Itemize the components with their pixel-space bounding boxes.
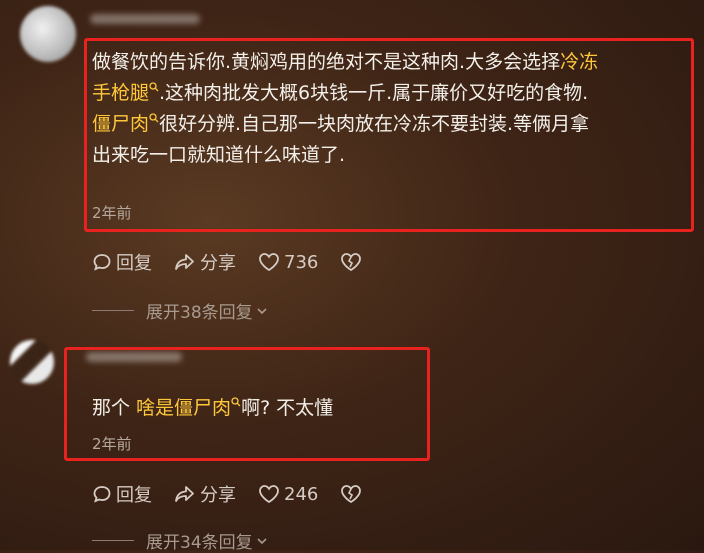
dislike-broken-heart-icon <box>341 253 362 272</box>
comment-text: 那个 啥是僵尸肉 啊? 不太懂 <box>92 393 333 424</box>
like-heart-icon <box>259 485 279 504</box>
like-count: 736 <box>284 251 319 273</box>
expand-replies-button[interactable]: 展开34条回复 <box>92 528 269 553</box>
like-button[interactable]: 246 <box>258 484 318 505</box>
expand-label: 展开38条回复 <box>146 303 253 323</box>
comment-line: 僵尸肉 很好分辨.自己那一块肉放在冷冻不要封装.等俩月拿 <box>92 109 598 140</box>
comment-text-segment: 出来吃一口就知道什么味道了. <box>92 144 346 166</box>
dislike-button[interactable] <box>340 252 366 272</box>
dislike-button[interactable] <box>340 484 366 504</box>
reply-label: 回复 <box>116 485 152 506</box>
search-keyword-icon[interactable] <box>149 113 159 135</box>
comment-text-segment: 做餐饮的告诉你.黄焖鸡用的绝对不是这种肉.大多会选择 <box>92 51 561 73</box>
share-button[interactable]: 分享 <box>174 481 236 507</box>
expand-replies-button[interactable]: 展开38条回复 <box>92 298 269 323</box>
comment-actions: 回复 分享 246 <box>92 481 388 507</box>
comment-text: 做餐饮的告诉你.黄焖鸡用的绝对不是这种肉.大多会选择冷冻手枪腿 .这种肉批发大概6… <box>92 47 598 171</box>
divider <box>92 540 134 541</box>
avatar[interactable] <box>20 6 76 62</box>
search-keyword-icon[interactable] <box>149 82 159 104</box>
search-keyword-icon[interactable] <box>231 397 241 419</box>
keyword-link[interactable]: 手枪腿 <box>92 82 149 104</box>
share-label: 分享 <box>200 253 236 274</box>
keyword-link[interactable]: 僵尸肉 <box>92 113 149 135</box>
reply-label: 回复 <box>116 253 152 274</box>
reply-button[interactable]: 回复 <box>92 249 152 275</box>
like-button[interactable]: 736 <box>258 252 318 273</box>
reply-button[interactable]: 回复 <box>92 481 152 507</box>
comment-text-segment: 那个 <box>92 397 137 419</box>
username-blurred[interactable] <box>90 14 200 24</box>
expand-label: 展开34条回复 <box>146 533 253 553</box>
like-heart-icon <box>259 253 279 272</box>
comment-line: 手枪腿 .这种肉批发大概6块钱一斤.属于廉价又好吃的食物. <box>92 78 598 109</box>
share-button[interactable]: 分享 <box>174 249 236 275</box>
like-count: 246 <box>284 483 319 505</box>
dislike-broken-heart-icon <box>341 485 362 504</box>
comment-time: 2年前 <box>92 435 132 453</box>
comment-actions: 回复 分享 736 <box>92 249 388 275</box>
divider <box>92 310 134 311</box>
keyword-link[interactable]: 冷冻 <box>560 51 598 73</box>
chevron-down-icon <box>257 307 267 314</box>
comment-line: 出来吃一口就知道什么味道了. <box>92 140 598 171</box>
share-icon <box>175 486 194 502</box>
reply-icon <box>93 254 111 271</box>
comment-text-segment: 啊? 不太懂 <box>241 397 334 419</box>
keyword-link[interactable]: 啥是僵尸肉 <box>136 397 231 419</box>
reply-icon <box>93 486 111 503</box>
comment-text-segment: .这种肉批发大概6块钱一斤.属于廉价又好吃的食物. <box>159 82 589 104</box>
share-label: 分享 <box>200 485 236 506</box>
chevron-down-icon <box>257 537 267 544</box>
comment-text-segment: 很好分辨.自己那一块肉放在冷冻不要封装.等俩月拿 <box>159 113 590 135</box>
comment-time: 2年前 <box>92 204 132 222</box>
avatar[interactable] <box>10 340 54 384</box>
comment-line: 做餐饮的告诉你.黄焖鸡用的绝对不是这种肉.大多会选择冷冻 <box>92 47 598 78</box>
comment-line: 那个 啥是僵尸肉 啊? 不太懂 <box>92 393 333 424</box>
share-icon <box>175 254 194 270</box>
